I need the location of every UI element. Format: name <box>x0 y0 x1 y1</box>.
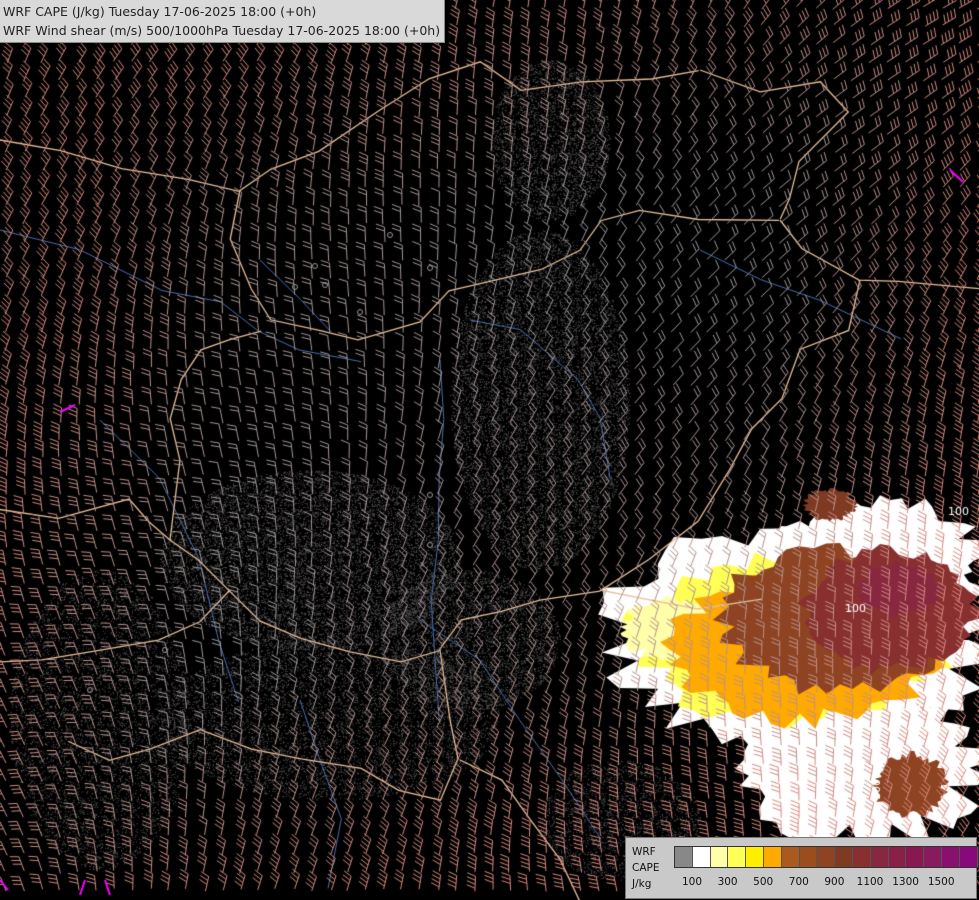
legend-label-model: WRF <box>632 846 656 858</box>
legend-tick-label: 300 <box>717 876 738 888</box>
legend-swatch <box>941 847 960 867</box>
legend-swatch <box>746 847 764 867</box>
legend-swatch <box>692 847 711 867</box>
cape-title: WRF CAPE (J/kg) Tuesday 17-06-2025 18:00… <box>3 4 317 19</box>
legend-swatch <box>817 847 836 867</box>
legend-color-scale <box>674 846 979 868</box>
legend-swatch <box>959 847 978 867</box>
legend-swatch <box>799 847 818 867</box>
legend-tick-label: 100 <box>681 876 703 888</box>
cape-wind-shear-map[interactable] <box>0 0 979 900</box>
legend-swatch <box>675 847 693 867</box>
legend-tick-label: 900 <box>824 876 845 888</box>
legend-tick-labels: 100 300 500 700 900 1100 1300 1500 <box>674 876 974 890</box>
legend-swatch <box>888 847 907 867</box>
legend-swatch <box>906 847 925 867</box>
legend-swatch <box>870 847 889 867</box>
map-title-box: WRF CAPE (J/kg) Tuesday 17-06-2025 18:00… <box>0 0 446 43</box>
legend-swatch <box>835 847 853 867</box>
legend-tick-label: 700 <box>788 876 809 888</box>
legend-swatch <box>710 847 729 867</box>
legend-swatch <box>924 847 942 867</box>
legend-swatch <box>728 847 747 867</box>
cape-legend: WRF CAPE J/kg 100 300 500 700 900 1100 1300 150… <box>625 837 979 899</box>
legend-swatch <box>763 847 782 867</box>
legend-label-variable: CAPE <box>632 862 660 874</box>
legend-label-unit: J/kg <box>632 878 652 890</box>
legend-tick-label: 1100 <box>856 876 884 888</box>
legend-swatch <box>781 847 800 867</box>
legend-tick-label: 1300 <box>892 876 919 888</box>
legend-swatch <box>852 847 871 867</box>
legend-tick-label: 500 <box>753 876 774 888</box>
wind-shear-title: WRF Wind shear (m/s) 500/1000hPa Tuesday… <box>3 23 441 38</box>
legend-tick-label: 1500 <box>927 876 955 888</box>
